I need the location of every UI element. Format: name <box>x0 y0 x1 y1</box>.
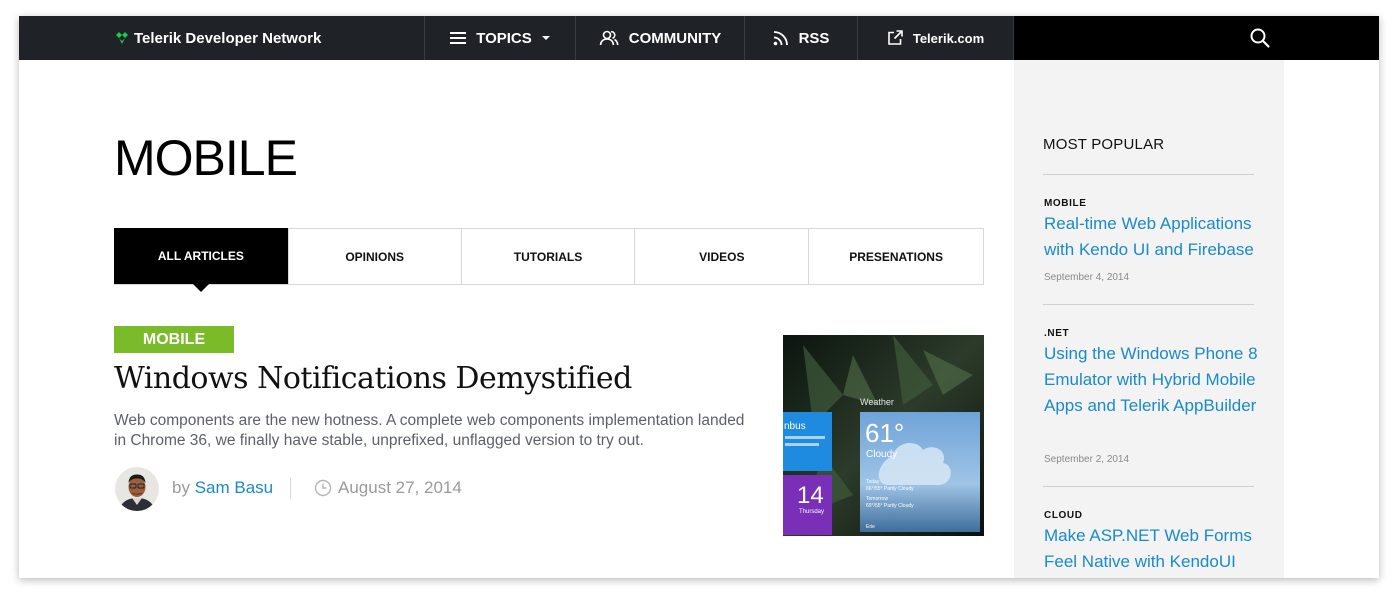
thumb-tomorrow-detail: 69°/55° Partly Cloudy <box>866 503 914 509</box>
article-date: August 27, 2014 <box>314 478 462 498</box>
caret-down-icon <box>541 36 550 40</box>
nav-community-label: COMMUNITY <box>628 29 722 47</box>
nav-community[interactable]: COMMUNITY <box>575 16 744 60</box>
sidebar-item-category[interactable]: .NET <box>1044 328 1069 339</box>
clock-icon <box>314 479 332 497</box>
sidebar-item-title[interactable]: Real-time Web Applications with Kendo UI… <box>1044 211 1259 263</box>
sidebar-item-title[interactable]: Make ASP.NET Web Forms Feel Native with … <box>1044 523 1259 575</box>
nav-rss[interactable]: RSS <box>744 16 857 60</box>
article-tabs: ALL ARTICLES OPINIONS TUTORIALS VIDEOS P… <box>114 228 984 292</box>
sidebar-divider <box>1043 174 1254 175</box>
avatar-photo <box>115 467 159 511</box>
rss-icon <box>773 31 788 46</box>
thumb-temperature: 61° <box>865 418 904 448</box>
search-icon[interactable] <box>1249 27 1271 49</box>
sidebar-item-title[interactable]: Using the Windows Phone 8 Emulator with … <box>1044 341 1259 419</box>
sidebar-divider <box>1043 486 1254 487</box>
thumb-bus-tile: nbus <box>784 421 806 432</box>
author-link[interactable]: Sam Basu <box>195 478 273 497</box>
article-thumbnail[interactable]: Weather 61° Cloudy Today 66°/55° Partly … <box>783 335 984 536</box>
menu-icon <box>450 32 467 44</box>
thumb-tomorrow-label: Tomorrow <box>866 496 888 502</box>
main-nav: TOPICS COMMUNITY RSS Telerik.com <box>424 16 1014 60</box>
sidebar-item-date: September 2, 2014 <box>1044 454 1130 465</box>
brand-name: Telerik Developer Network <box>134 29 322 47</box>
byline: by Sam Basu <box>172 478 273 498</box>
page-frame: Telerik Developer Network TOPICS COMMUNI… <box>19 16 1379 578</box>
sidebar-item-date: September 4, 2014 <box>1044 272 1130 283</box>
thumb-condition: Cloudy <box>866 449 897 460</box>
top-nav: Telerik Developer Network TOPICS COMMUNI… <box>19 16 1379 60</box>
nav-telerik-label: Telerik.com <box>912 30 985 46</box>
tab-all-articles[interactable]: ALL ARTICLES <box>114 228 288 292</box>
sidebar-divider <box>1043 304 1254 305</box>
tab-presentations[interactable]: PRESENATIONS <box>808 229 983 284</box>
author-avatar[interactable] <box>115 467 159 511</box>
brand-link[interactable]: Telerik Developer Network <box>114 16 321 60</box>
article-title[interactable]: Windows Notifications Demystified <box>114 361 632 396</box>
article-category-badge[interactable]: MOBILE <box>114 326 234 353</box>
sidebar-item-category[interactable]: MOBILE <box>1044 198 1087 209</box>
community-icon <box>599 30 619 46</box>
thumb-today-detail: 66°/55° Partly Cloudy <box>866 486 914 492</box>
thumb-today-label: Today <box>866 479 880 485</box>
tab-opinions[interactable]: OPINIONS <box>287 229 461 284</box>
top-nav-search-area <box>1014 16 1379 60</box>
thumb-day-number: 14 <box>797 482 824 509</box>
tab-videos[interactable]: VIDEOS <box>634 229 808 284</box>
tab-tutorials[interactable]: TUTORIALS <box>460 229 635 284</box>
nav-topics[interactable]: TOPICS <box>424 16 575 60</box>
sidebar-item-category[interactable]: CLOUD <box>1044 510 1083 521</box>
byline-prefix: by <box>172 478 190 497</box>
thumb-weather-label: Weather <box>860 397 894 407</box>
thumb-day-label: Thursday <box>799 509 824 515</box>
byline-divider <box>290 478 291 499</box>
nav-rss-label: RSS <box>798 29 830 47</box>
sidebar-heading: MOST POPULAR <box>1043 136 1165 153</box>
page-title: MOBILE <box>114 130 298 186</box>
nav-topics-label: TOPICS <box>476 29 532 47</box>
article-excerpt: Web components are the new hotness. A co… <box>114 412 745 449</box>
article-date-text: August 27, 2014 <box>338 478 462 497</box>
nav-telerik-com[interactable]: Telerik.com <box>857 16 1014 60</box>
most-popular-sidebar: MOST POPULAR MOBILE Real-time Web Applic… <box>1014 60 1284 578</box>
telerik-logo-icon <box>116 32 128 44</box>
external-link-icon <box>888 30 903 45</box>
thumb-city: Erie <box>866 524 875 530</box>
